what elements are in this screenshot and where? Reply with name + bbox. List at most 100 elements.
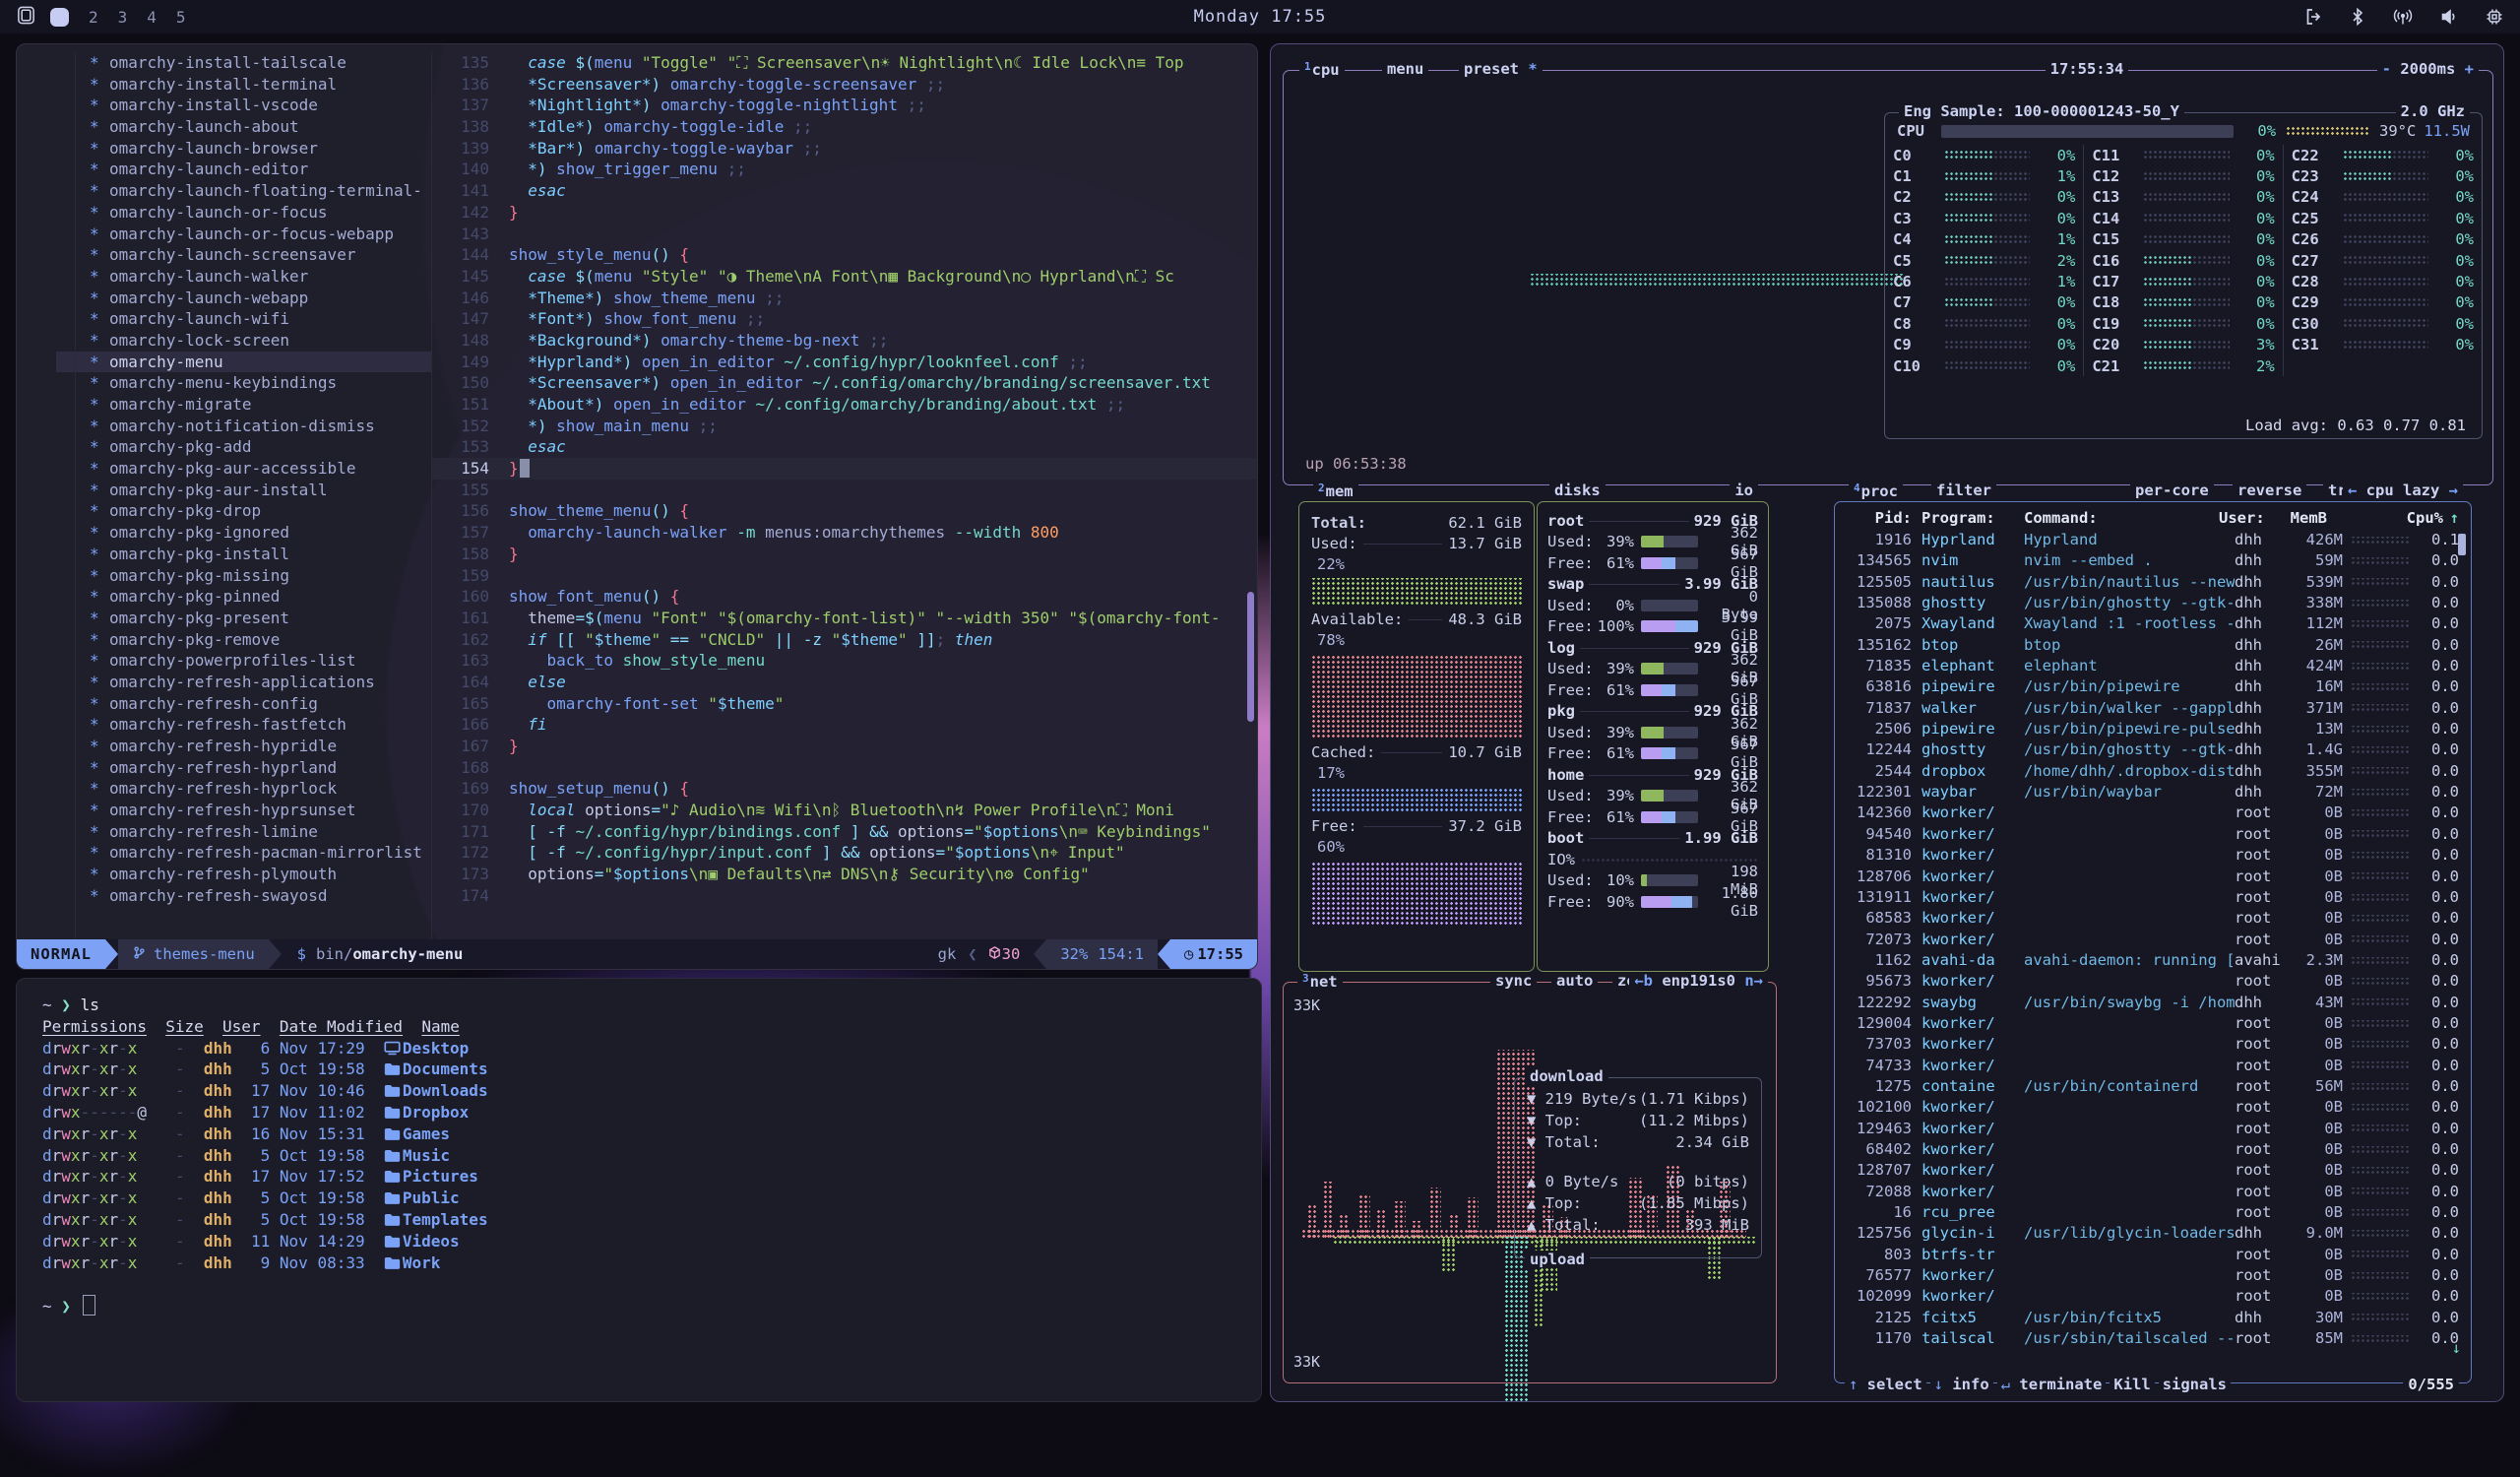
file-list-item[interactable]: *omarchy-launch-webapp (17, 288, 431, 309)
file-list-item[interactable]: *omarchy-launch-screensaver (17, 244, 431, 266)
ls-row[interactable]: drwxr-xr-x - dhh 17 Nov 17:52 Pictures (42, 1166, 1235, 1188)
process-row[interactable]: 135088ghostty/usr/bin/ghostty --gtk-dhh3… (1835, 593, 2471, 613)
file-list-item[interactable]: *omarchy-install-vscode (17, 95, 431, 116)
filter-button[interactable]: filter (1931, 482, 1996, 499)
process-row[interactable]: 68583kworker/root0B0.0 (1835, 908, 2471, 929)
net-interface-switcher[interactable]: ←b enp191s0 n→ (1629, 972, 1768, 990)
file-list-item[interactable]: *omarchy-launch-floating-terminal- (17, 180, 431, 202)
file-list-item[interactable]: *omarchy-refresh-fastfetch (17, 714, 431, 736)
process-row[interactable]: 71835elephantelephantdhh424M0.0 (1835, 656, 2471, 676)
btop-window[interactable]: 1cpu menu preset * 17:55:34 - 2000ms + u… (1270, 43, 2504, 1402)
process-row[interactable]: 122292swaybg/usr/bin/swaybg -i /homdhh43… (1835, 993, 2471, 1013)
editor-scrollbar[interactable] (1247, 592, 1254, 722)
file-list-item[interactable]: *omarchy-pkg-aur-accessible (17, 458, 431, 480)
ls-row[interactable]: drwxr-xr-x - dhh 16 Nov 15:31 Games (42, 1124, 1235, 1145)
sort-selector[interactable]: ← cpu lazy → (2343, 482, 2463, 499)
file-list-item[interactable]: *omarchy-refresh-config (17, 693, 431, 715)
process-row[interactable]: 73703kworker/root0B0.0 (1835, 1034, 2471, 1055)
process-row[interactable]: 94540kworker/root0B0.0 (1835, 824, 2471, 845)
pid-header[interactable]: Pid: (1847, 506, 1912, 530)
editor-window[interactable]: *omarchy-install-tailscale*omarchy-insta… (16, 43, 1258, 970)
file-list-item[interactable]: *omarchy-launch-wifi (17, 308, 431, 330)
file-list-item[interactable]: *omarchy-pkg-remove (17, 629, 431, 651)
process-row[interactable]: 63816pipewire/usr/bin/pipewiredhh16M0.0 (1835, 676, 2471, 697)
process-row[interactable]: 122301waybar/usr/bin/waybardhh72M0.0 (1835, 782, 2471, 803)
memory-box-title[interactable]: 2mem (1313, 482, 1358, 500)
file-list-item[interactable]: *omarchy-launch-about (17, 116, 431, 138)
io-mode-button[interactable]: io (1730, 482, 1758, 499)
refresh-minus-button[interactable]: - (2382, 60, 2391, 78)
process-row[interactable]: 102100kworker/root0B0.0 (1835, 1097, 2471, 1118)
process-scrollbar-thumb[interactable] (2458, 534, 2466, 555)
refresh-rate-control[interactable]: - 2000ms + (2377, 60, 2479, 78)
process-row[interactable]: 128707kworker/root0B0.0 (1835, 1160, 2471, 1181)
file-list-item[interactable]: *omarchy-install-tailscale (17, 52, 431, 74)
process-row[interactable]: 2544dropbox/home/dhh/.dropbox-distdhh355… (1835, 761, 2471, 782)
process-row[interactable]: 95673kworker/root0B0.0 (1835, 971, 2471, 992)
disks-box-title[interactable]: disks (1549, 482, 1606, 499)
proc-footer-signals-button[interactable]: signals (2159, 1376, 2231, 1393)
per-core-button[interactable]: per-core (2130, 482, 2214, 499)
file-list[interactable]: *omarchy-install-tailscale*omarchy-insta… (17, 52, 431, 939)
code-pane[interactable]: 135 case $(menu "Toggle" "⛶ Screensaver\… (431, 52, 1257, 939)
proc-footer-info-button[interactable]: ↓ info (1930, 1376, 1993, 1393)
process-row[interactable]: 134565nvimnvim --embed .dhh59M0.0 (1835, 550, 2471, 571)
process-row[interactable]: 71837walker/usr/bin/walker --gappldhh371… (1835, 698, 2471, 719)
file-list-item[interactable]: *omarchy-pkg-ignored (17, 522, 431, 544)
process-row[interactable]: 81310kworker/root0B0.0 (1835, 845, 2471, 866)
process-header-row[interactable]: Pid: Program: Command: User: MemB Cpu% ↑ (1835, 502, 2471, 530)
file-list-item[interactable]: *omarchy-powerprofiles-list (17, 650, 431, 672)
process-row[interactable]: 16rcu_preeroot0B0.0 (1835, 1202, 2471, 1223)
file-list-item[interactable]: *omarchy-pkg-present (17, 608, 431, 629)
ls-row[interactable]: drwxr-xr-x - dhh 17 Nov 10:46 Downloads (42, 1080, 1235, 1102)
file-list-item[interactable]: *omarchy-refresh-hyprlock (17, 778, 431, 800)
file-list-item[interactable]: *omarchy-menu-keybindings (17, 372, 431, 394)
process-row[interactable]: 1162avahi-daavahi-daemon: running [avahi… (1835, 950, 2471, 971)
process-row[interactable]: 2125fcitx5/usr/bin/fcitx5dhh30M0.0 (1835, 1308, 2471, 1328)
ls-row[interactable]: drwxr-xr-x - dhh 6 Nov 17:29 Desktop (42, 1038, 1235, 1060)
process-row[interactable]: 76577kworker/root0B0.0 (1835, 1265, 2471, 1286)
reverse-button[interactable]: reverse (2233, 482, 2306, 499)
file-list-item[interactable]: *omarchy-refresh-limine (17, 821, 431, 843)
shell-prompt[interactable]: ~ ❯ (42, 1295, 1235, 1317)
file-list-item[interactable]: *omarchy-pkg-pinned (17, 586, 431, 608)
refresh-plus-button[interactable]: + (2465, 60, 2474, 78)
cpu-box-title[interactable]: 1cpu (1299, 60, 1345, 79)
file-list-item[interactable]: *omarchy-launch-or-focus-webapp (17, 224, 431, 245)
file-list-item[interactable]: *omarchy-launch-walker (17, 266, 431, 288)
network-box-title[interactable]: 3net (1297, 972, 1343, 991)
file-list-item[interactable]: *omarchy-pkg-install (17, 544, 431, 565)
process-row[interactable]: 125756glycin-i/usr/lib/glycin-loadersdhh… (1835, 1223, 2471, 1244)
process-row[interactable]: 131911kworker/root0B0.0 (1835, 887, 2471, 908)
file-list-item[interactable]: *omarchy-pkg-add (17, 436, 431, 458)
file-list-item[interactable]: *omarchy-pkg-drop (17, 500, 431, 522)
file-list-item[interactable]: *omarchy-lock-screen (17, 330, 431, 352)
file-list-item[interactable]: *omarchy-install-terminal (17, 74, 431, 96)
process-row[interactable]: 12244ghostty/usr/bin/ghostty --gtk-dhh1.… (1835, 739, 2471, 760)
net-sync-button[interactable]: sync (1490, 972, 1537, 990)
net-auto-button[interactable]: auto (1551, 972, 1598, 990)
process-row[interactable]: 1170tailscal/usr/sbin/tailscaled --root8… (1835, 1328, 2471, 1349)
file-list-item[interactable]: *omarchy-refresh-swayosd (17, 885, 431, 907)
process-row[interactable]: 142360kworker/root0B0.0 (1835, 803, 2471, 823)
process-row[interactable]: 128706kworker/root0B0.0 (1835, 867, 2471, 887)
bluetooth-icon[interactable] (2349, 7, 2366, 27)
process-row[interactable]: 2506pipewire/usr/bin/pipewire-pulsedhh13… (1835, 719, 2471, 739)
file-list-item[interactable]: *omarchy-refresh-hyprsunset (17, 800, 431, 821)
network-icon[interactable] (2392, 7, 2414, 27)
file-list-item[interactable]: *omarchy-refresh-hypridle (17, 736, 431, 757)
process-row[interactable]: 72088kworker/root0B0.0 (1835, 1182, 2471, 1202)
file-list-item[interactable]: *omarchy-pkg-missing (17, 565, 431, 587)
file-list-item[interactable]: *omarchy-refresh-applications (17, 672, 431, 693)
process-row[interactable]: 74733kworker/root0B0.0 (1835, 1056, 2471, 1076)
menu-button[interactable]: menu (1382, 60, 1428, 78)
process-row[interactable]: 803btrfs-trroot0B0.0 (1835, 1245, 2471, 1265)
volume-icon[interactable] (2439, 7, 2459, 27)
ls-row[interactable]: drwxr-xr-x - dhh 5 Oct 19:58 Music (42, 1145, 1235, 1167)
file-list-item[interactable]: *omarchy-launch-editor (17, 159, 431, 180)
proc-footer-kill-button[interactable]: Kill (2110, 1376, 2154, 1393)
program-header[interactable]: Program: (1922, 506, 2024, 530)
ls-row[interactable]: drwxr-xr-x - dhh 9 Nov 08:33 Work (42, 1252, 1235, 1274)
ls-row[interactable]: drwxr-xr-x - dhh 5 Oct 19:58 Public (42, 1188, 1235, 1209)
logout-icon[interactable] (2303, 7, 2323, 27)
